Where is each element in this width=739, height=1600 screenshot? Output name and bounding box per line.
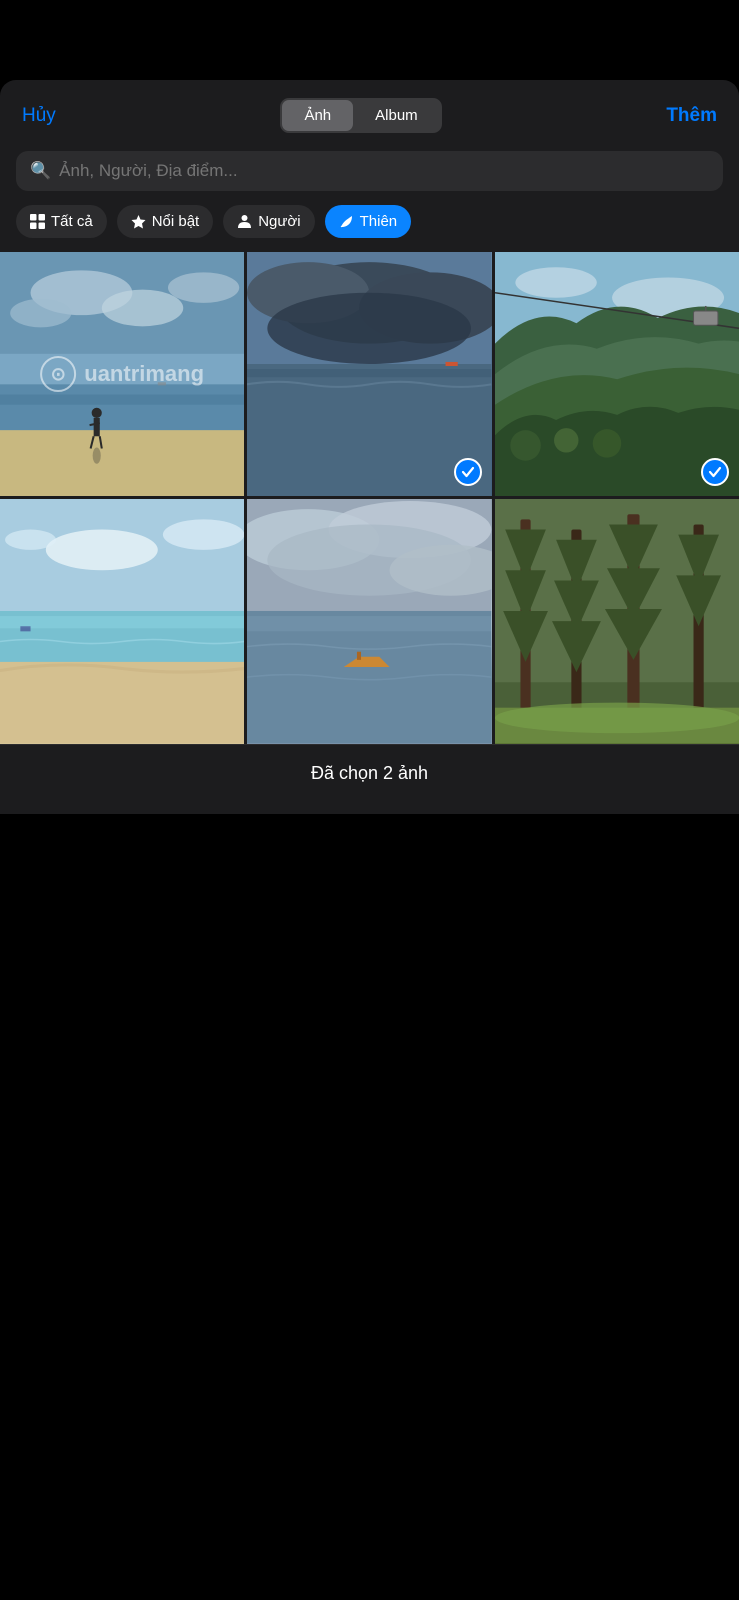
photo-cell-5[interactable] [247,499,491,743]
photo-image-2 [247,252,491,496]
photo-image-5 [247,499,491,743]
photo-cell-3[interactable] [495,252,739,496]
photo-cell-6[interactable] [495,499,739,743]
person-icon [237,214,252,229]
filter-tabs: Tất cả Nổi bật Người [0,205,739,252]
search-input[interactable] [59,161,709,181]
checkmark-icon-2 [460,464,476,480]
photo-grid: ⊙ uantrimang [0,252,739,744]
cancel-button[interactable]: Hủy [22,105,56,127]
filter-tab-nguoi[interactable]: Người [223,205,314,238]
search-icon: 🔍 [30,161,51,181]
filter-tab-tat-ca[interactable]: Tất cả [16,205,107,238]
top-black-bar [0,0,739,80]
photo-cell-1[interactable]: ⊙ uantrimang [0,252,244,496]
add-button[interactable]: Thêm [666,105,717,127]
selection-count-label: Đã chọn 2 ảnh [311,763,428,783]
bottom-bar: Đã chọn 2 ảnh [0,744,739,814]
filter-tab-nguoi-label: Người [258,213,300,230]
photo-image-3 [495,252,739,496]
photo-cell-4[interactable] [0,499,244,743]
filter-tab-thien[interactable]: Thiên [325,205,412,238]
photo-cell-2[interactable] [247,252,491,496]
segment-album[interactable]: Album [353,100,440,131]
photo-image-1 [0,252,244,496]
photo-image-4 [0,499,244,743]
filter-tab-thien-label: Thiên [360,213,398,230]
segment-anh[interactable]: Ảnh [282,100,353,131]
filter-tab-noi-bat-label: Nổi bật [152,213,200,230]
star-icon [131,214,146,229]
filter-tab-noi-bat[interactable]: Nổi bật [117,205,214,238]
filter-tab-tat-ca-label: Tất cả [51,213,93,230]
leaf-icon [339,214,354,229]
photo-image-6 [495,499,739,743]
header: Hủy Ảnh Album Thêm [0,80,739,147]
photo-picker-modal: Hủy Ảnh Album Thêm 🔍 Tất cả [0,80,739,814]
segment-control: Ảnh Album [280,98,441,133]
grid-icon [30,214,45,229]
check-badge-2 [454,458,482,486]
checkmark-icon-3 [707,464,723,480]
search-bar: 🔍 [16,151,723,191]
